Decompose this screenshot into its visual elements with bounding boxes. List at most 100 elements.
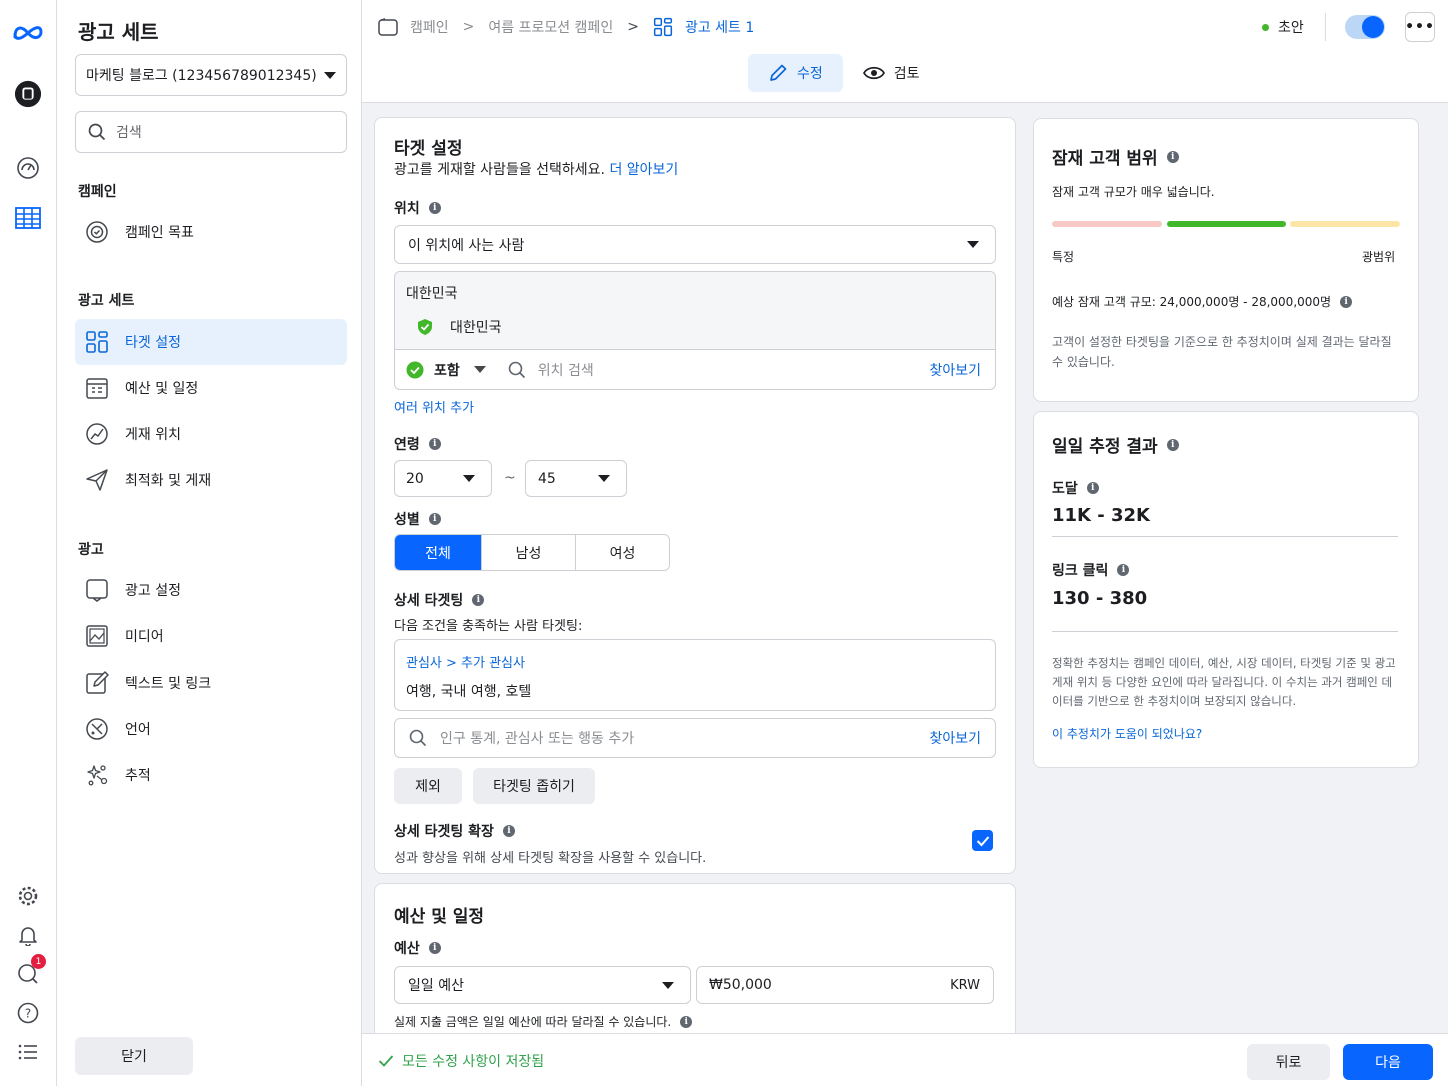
saved-status: 모든 수정 사항이 저장됨 — [378, 1051, 544, 1071]
budget-amount-input[interactable]: ₩50,000 KRW — [696, 966, 994, 1004]
sidebar-search-input[interactable]: 검색 — [75, 111, 347, 153]
age-label-row: 연령 i — [394, 434, 441, 454]
country-group-header: 대한민국 — [406, 286, 458, 302]
budget-title: 예산 및 일정 — [394, 907, 485, 927]
age-max-select[interactable]: 45 — [525, 460, 627, 497]
close-button[interactable]: 닫기 — [75, 1037, 193, 1075]
info-icon[interactable]: i — [428, 513, 441, 525]
info-icon[interactable]: i — [428, 942, 441, 954]
sidebar-item-budget[interactable]: 예산 및 일정 — [75, 365, 347, 411]
browse-locations-link[interactable]: 찾아보기 — [929, 360, 981, 380]
ad-icon — [85, 578, 109, 602]
detailed-targeting-search-input[interactable]: 인구 통계, 관심사 또는 행동 추가 찾아보기 — [394, 718, 996, 758]
info-icon[interactable]: i — [472, 594, 485, 606]
info-icon[interactable]: i — [1086, 482, 1099, 494]
daily-results-card: 일일 추정 결과 i 도달 i 11K - 32K 링크 클릭 i 130 - … — [1033, 411, 1419, 768]
sidebar-item-media[interactable]: 미디어 — [75, 613, 347, 659]
search-alerts-icon[interactable]: 1 — [14, 954, 46, 988]
language-icon — [85, 717, 109, 741]
breadcrumb-adset[interactable]: 광고 세트 1 — [685, 17, 754, 37]
sidebar-item-label: 추적 — [125, 768, 151, 784]
account-selector[interactable]: 마케팅 블로그 (123456789012345) — [75, 54, 347, 96]
settings-gear-icon[interactable] — [14, 882, 42, 910]
placement-icon — [85, 422, 109, 446]
sidebar-item-ad-setup[interactable]: 광고 설정 — [75, 567, 347, 613]
account-avatar-icon[interactable] — [14, 80, 42, 108]
expand-checkbox[interactable] — [972, 830, 993, 851]
sidebar-item-tracking[interactable]: 추적 — [75, 752, 347, 798]
dashboard-icon[interactable] — [14, 154, 42, 182]
sidebar-item-placement[interactable]: 게재 위치 — [75, 411, 347, 457]
interest-category-path[interactable]: 관심사 > 추가 관심사 — [406, 652, 525, 671]
learn-more-link[interactable]: 더 알아보기 — [609, 162, 678, 178]
notifications-bell-icon[interactable] — [14, 921, 42, 949]
menu-list-icon[interactable] — [14, 1038, 42, 1066]
info-icon[interactable]: i — [1117, 564, 1130, 576]
add-multiple-locations-link[interactable]: 여러 위치 추가 — [394, 397, 474, 416]
budget-type-select[interactable]: 일일 예산 — [394, 966, 691, 1004]
gender-female-button[interactable]: 여성 — [575, 535, 669, 570]
tab-review[interactable]: 검토 — [843, 54, 940, 92]
location-search-input[interactable]: 위치 검색 — [538, 360, 930, 380]
status-dot — [1262, 23, 1269, 31]
breadcrumb-campaign-name[interactable]: 여름 프로모션 캠페인 — [488, 17, 613, 37]
browse-interests-link[interactable]: 찾아보기 — [929, 728, 981, 748]
gender-label-row: 성별 i — [394, 509, 441, 529]
audience-desc: 잠재 고객 규모가 매우 넓습니다. — [1052, 185, 1215, 199]
age-separator: ~ — [504, 470, 516, 486]
tab-label: 검토 — [893, 66, 920, 82]
search-icon — [88, 123, 106, 141]
reach-label-row: 도달 i — [1052, 478, 1099, 498]
gender-all-button[interactable]: 전체 — [395, 535, 481, 570]
check-circle-icon — [406, 361, 424, 378]
footer-bar: 모든 수정 사항이 저장됨 뒤로 다음 — [362, 1033, 1448, 1086]
more-options-button[interactable]: ••• — [1405, 12, 1435, 42]
location-item[interactable]: 대한민국 — [416, 317, 502, 337]
audience-title-row: 잠재 고객 범위 i — [1052, 144, 1179, 169]
interest-box[interactable]: 관심사 > 추가 관심사 여행, 국내 여행, 호텔 — [394, 639, 996, 711]
location-type-select[interactable]: 이 위치에 사는 사람 — [394, 225, 996, 264]
sidebar-item-targeting[interactable]: 타겟 설정 — [75, 319, 347, 365]
breadcrumb: 캠페인 > 여름 프로모션 캠페인 > 광고 세트 1 — [378, 16, 754, 38]
feedback-link[interactable]: 이 추정치가 도움이 되었나요? — [1052, 725, 1202, 742]
breadcrumb-campaign[interactable]: 캠페인 — [410, 17, 449, 37]
meta-logo-icon[interactable] — [12, 18, 44, 46]
info-icon[interactable]: i — [428, 202, 441, 214]
back-button[interactable]: 뒤로 — [1247, 1044, 1330, 1080]
sidebar-item-label: 예산 및 일정 — [125, 381, 199, 397]
info-icon[interactable]: i — [1166, 438, 1179, 451]
targeting-subtitle-row: 광고를 게재할 사람들을 선택하세요. 더 알아보기 — [394, 159, 678, 179]
sidebar-item-label: 미디어 — [125, 629, 164, 645]
detailed-targeting-label-row: 상세 타겟팅 i — [394, 590, 485, 610]
chevron-right-icon: > — [627, 19, 639, 35]
gender-label: 성별 — [394, 512, 420, 528]
age-min-select[interactable]: 20 — [394, 460, 492, 497]
info-icon[interactable]: i — [1166, 150, 1179, 163]
audience-title: 잠재 고객 범위 — [1052, 149, 1158, 169]
sidebar-item-language[interactable]: 언어 — [75, 706, 347, 752]
ads-manager-table-icon[interactable] — [14, 204, 42, 232]
help-icon[interactable]: ? — [14, 999, 42, 1027]
exclude-button[interactable]: 제외 — [394, 768, 462, 804]
gender-male-button[interactable]: 남성 — [481, 535, 575, 570]
sidebar-item-optimization[interactable]: 최적화 및 게재 — [75, 457, 347, 503]
sidebar-item-label: 게재 위치 — [125, 427, 181, 443]
include-dropdown[interactable]: 포함 — [434, 360, 460, 380]
toggle-knob — [1362, 16, 1384, 38]
divider — [1052, 631, 1398, 632]
info-icon[interactable]: i — [1340, 295, 1353, 308]
reach-label: 도달 — [1052, 481, 1078, 497]
adset-on-off-toggle[interactable] — [1345, 15, 1385, 39]
section-ad: 광고 — [78, 542, 104, 558]
age-label: 연령 — [394, 437, 420, 453]
info-icon[interactable]: i — [428, 438, 441, 450]
info-icon[interactable]: i — [502, 825, 515, 837]
tracking-icon — [85, 763, 109, 787]
top-header: 캠페인 > 여름 프로모션 캠페인 > 광고 세트 1 초안 ••• 수정 검토 — [362, 0, 1448, 103]
sidebar-item-text-link[interactable]: 텍스트 및 링크 — [75, 660, 347, 706]
tab-edit[interactable]: 수정 — [748, 54, 843, 92]
info-icon[interactable]: i — [680, 1015, 693, 1028]
sidebar-item-campaign-goal[interactable]: 캠페인 목표 — [75, 209, 347, 255]
next-button[interactable]: 다음 — [1343, 1044, 1433, 1080]
narrow-targeting-button[interactable]: 타겟팅 좁히기 — [473, 768, 595, 804]
